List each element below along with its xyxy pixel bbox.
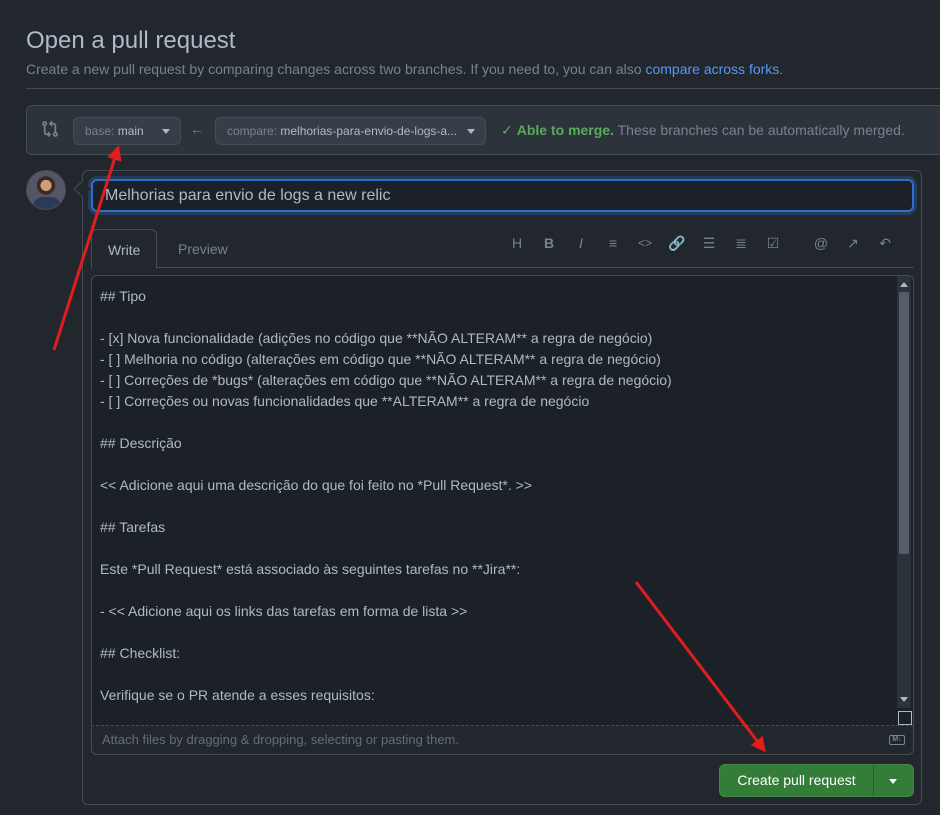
- markdown-icon[interactable]: M↓: [889, 735, 905, 745]
- scroll-up-icon[interactable]: [900, 282, 908, 287]
- compare-across-forks-link[interactable]: compare across forks: [645, 61, 779, 77]
- editor-tabs: Write Preview: [91, 227, 914, 269]
- create-pull-request-label[interactable]: Create pull request: [720, 765, 873, 796]
- chevron-down-icon: [467, 129, 475, 134]
- unordered-list-icon[interactable]: ☰: [699, 233, 719, 253]
- editor-line: ## Tipo: [100, 288, 146, 304]
- editor-line: - [ ] Correções ou novas funcionalidades…: [100, 393, 590, 409]
- editor-line: ## Checklist:: [100, 645, 181, 661]
- editor-line: - << Adicione aqui os links das tarefas …: [100, 603, 468, 619]
- task-list-icon[interactable]: ☑: [763, 233, 783, 253]
- scroll-down-icon[interactable]: [900, 697, 908, 702]
- editor-line: ## Tarefas: [100, 519, 166, 535]
- pr-body-textarea[interactable]: ## Tipo - [x] Nova funcionalidade (adiçõ…: [91, 275, 914, 725]
- link-icon[interactable]: 🔗: [667, 233, 687, 253]
- pr-body-text[interactable]: ## Tipo - [x] Nova funcionalidade (adiçõ…: [100, 286, 890, 706]
- attach-hint: Attach files by dragging & dropping, sel…: [102, 732, 459, 747]
- avatar[interactable]: [26, 170, 66, 210]
- compare-branch-name: melhorias-para-envio-de-logs-a...: [280, 124, 458, 138]
- editor-line: << Adicione aqui uma descrição do que fo…: [100, 477, 532, 493]
- page-title: Open a pull request: [26, 27, 236, 54]
- base-branch-prefix: base:: [85, 124, 118, 138]
- compare-branch-prefix: compare:: [227, 124, 281, 138]
- create-options-caret[interactable]: [874, 765, 913, 796]
- bold-icon[interactable]: B: [539, 233, 559, 253]
- tab-preview[interactable]: Preview: [162, 229, 244, 269]
- base-branch-button[interactable]: base: main: [73, 117, 181, 145]
- editor-line: - [ ] Melhoria no código (alterações em …: [100, 351, 661, 367]
- header-divider: [26, 88, 940, 89]
- ordered-list-icon[interactable]: ≣: [731, 233, 751, 253]
- code-icon[interactable]: <>: [635, 233, 655, 253]
- subtitle-end: .: [779, 61, 784, 77]
- subtitle-text: Create a new pull request by comparing c…: [26, 61, 646, 77]
- create-pull-request-button[interactable]: Create pull request: [719, 764, 914, 797]
- base-branch-name: main: [117, 124, 144, 138]
- quote-icon[interactable]: ≡: [603, 233, 623, 253]
- pr-title-input[interactable]: [91, 179, 914, 212]
- editor-line: - [ ] Correções de *bugs* (alterações em…: [100, 372, 672, 388]
- merge-status-text: These branches can be automatically merg…: [613, 122, 905, 138]
- page-subtitle: Create a new pull request by comparing c…: [26, 59, 940, 79]
- scroll-thumb[interactable]: [899, 292, 909, 554]
- file-attachment-dropzone[interactable]: Attach files by dragging & dropping, sel…: [91, 725, 914, 755]
- chevron-down-icon: [162, 129, 170, 134]
- mention-icon[interactable]: @: [811, 233, 831, 253]
- branch-range-editor: base: main ← compare: melhorias-para-env…: [26, 105, 940, 155]
- editor-line: Verifique se o PR atende a esses requisi…: [100, 687, 375, 703]
- resize-handle[interactable]: [898, 711, 912, 725]
- scrollbar[interactable]: [897, 276, 911, 708]
- pr-composer: Write Preview HBI ≡ <> 🔗 ☰ ≣ ☑ @ ↗ ↶ ## Tipo - [x…: [82, 170, 922, 805]
- page-header: Open a pull request Create a new pull re…: [26, 26, 940, 79]
- editor-line: ## Descrição: [100, 435, 182, 451]
- tab-write[interactable]: Write: [91, 229, 158, 269]
- arrow-left-icon: ←: [190, 121, 204, 137]
- compare-branch-button[interactable]: compare: melhorias-para-envio-de-logs-a.…: [215, 117, 486, 145]
- git-compare-icon: [42, 120, 58, 138]
- reply-icon[interactable]: ↶: [875, 233, 895, 253]
- merge-ok-label: Able to merge.: [516, 122, 614, 138]
- check-icon: ✓: [501, 122, 513, 138]
- editor-line: - [x] Nova funcionalidade (adições no có…: [100, 330, 653, 346]
- merge-status: ✓ Able to merge. These branches can be au…: [501, 122, 905, 139]
- editor-line: Este *Pull Request* está associado às se…: [100, 561, 521, 577]
- heading-icon[interactable]: H: [507, 233, 527, 253]
- cross-reference-icon[interactable]: ↗: [843, 233, 863, 253]
- italic-icon[interactable]: I: [571, 233, 591, 253]
